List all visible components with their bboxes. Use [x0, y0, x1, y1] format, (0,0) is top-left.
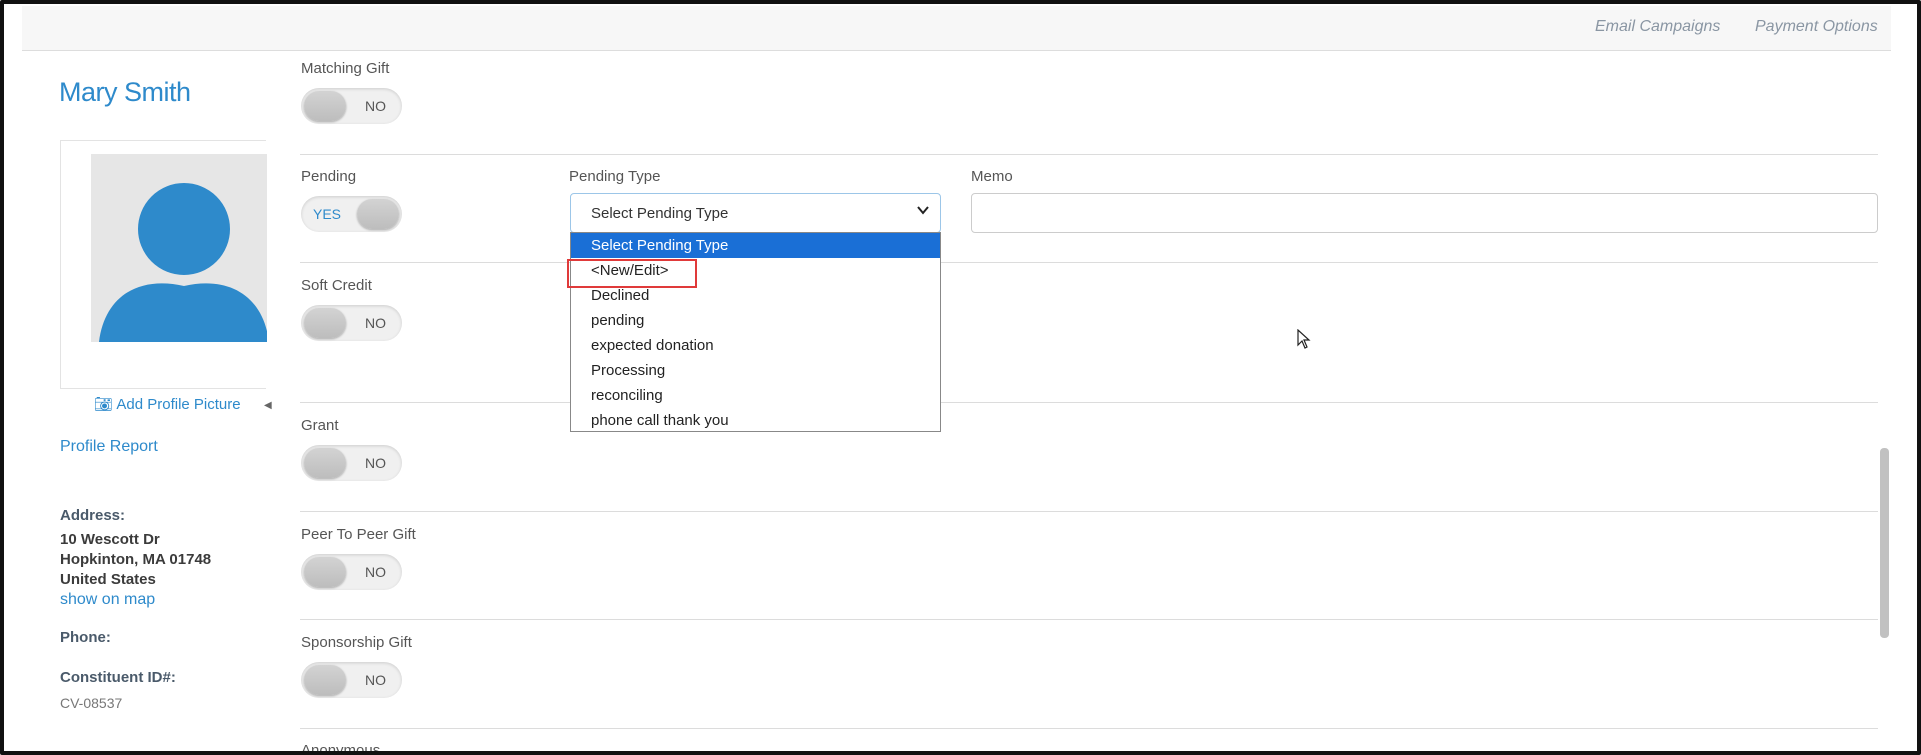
peer-to-peer-toggle[interactable]: NO [301, 554, 402, 590]
divider [300, 511, 1878, 512]
matching-gift-toggle[interactable]: NO [301, 88, 402, 124]
sponsorship-label: Sponsorship Gift [301, 634, 412, 651]
toggle-state: YES [313, 206, 342, 222]
dropdown-option[interactable]: Processing [571, 358, 940, 383]
toggle-knob [304, 448, 346, 478]
soft-credit-toggle[interactable]: NO [301, 305, 402, 341]
address-line-1: 10 Wescott Dr [60, 531, 160, 548]
camera-icon: 📷︎ [94, 396, 114, 413]
nav-email-campaigns[interactable]: Email Campaigns [1595, 18, 1720, 36]
add-profile-picture-label: Add Profile Picture [116, 396, 241, 413]
profile-report-link[interactable]: Profile Report [60, 438, 158, 456]
divider [300, 154, 1878, 155]
dropdown-option[interactable]: pending [571, 308, 940, 333]
pending-type-label: Pending Type [569, 168, 661, 185]
pending-type-selected-value: Select Pending Type [591, 205, 729, 222]
person-icon [99, 175, 267, 342]
grant-toggle[interactable]: NO [301, 445, 402, 481]
toggle-knob [304, 308, 346, 338]
toggle-knob [357, 199, 399, 229]
constituent-id-label: Constituent ID#: [60, 669, 176, 686]
pending-label: Pending [301, 168, 357, 185]
show-on-map-link[interactable]: show on map [60, 591, 155, 609]
dropdown-option[interactable]: reconciling [571, 383, 940, 408]
toggle-state: NO [365, 315, 386, 331]
toggle-state: NO [365, 672, 386, 688]
toggle-knob [304, 557, 346, 587]
collapse-arrow-icon[interactable]: ◀ [264, 400, 272, 411]
divider [300, 262, 1878, 263]
dropdown-option[interactable]: expected donation [571, 333, 940, 358]
pending-toggle[interactable]: YES [301, 196, 402, 232]
profile-sidebar: Mary Smith 📷︎ Add Profile Picture ◀ Prof… [22, 52, 272, 752]
grant-label: Grant [301, 417, 339, 434]
constituent-id-value: CV-08537 [60, 695, 123, 711]
sponsorship-toggle[interactable]: NO [301, 662, 402, 698]
toggle-state: NO [365, 98, 386, 114]
address-line-3: United States [60, 571, 156, 588]
toggle-state: NO [365, 455, 386, 471]
divider [300, 619, 1878, 620]
toggle-knob [304, 665, 346, 695]
chevron-down-icon [916, 203, 930, 220]
avatar [91, 154, 267, 342]
divider [300, 728, 1878, 729]
dropdown-option[interactable]: Select Pending Type [571, 233, 940, 258]
memo-input[interactable] [971, 193, 1878, 233]
address-label: Address: [60, 507, 126, 524]
mouse-cursor-icon [1297, 328, 1311, 354]
soft-credit-label: Soft Credit [301, 277, 372, 294]
nav-payment-options[interactable]: Payment Options [1755, 18, 1878, 36]
divider [300, 402, 1878, 403]
toggle-state: NO [365, 564, 386, 580]
profile-photo-card [60, 140, 267, 389]
address-line-2: Hopkinton, MA 01748 [60, 551, 212, 568]
add-profile-picture-link[interactable]: 📷︎ Add Profile Picture [94, 395, 241, 413]
top-nav: Email Campaigns Payment Options [22, 6, 1891, 51]
phone-label: Phone: [60, 629, 111, 646]
profile-name[interactable]: Mary Smith [59, 77, 191, 108]
address-value: 10 Wescott Dr Hopkinton, MA 01748 United… [60, 530, 211, 590]
highlight-box [567, 259, 697, 288]
vertical-scrollbar[interactable] [1880, 448, 1889, 638]
matching-gift-label: Matching Gift [301, 60, 390, 77]
peer-to-peer-label: Peer To Peer Gift [301, 526, 416, 543]
anonymous-label: Anonymous [301, 742, 381, 755]
gift-form: Matching Gift NO Pending YES Pending Typ… [300, 52, 1878, 755]
pending-type-select[interactable]: Select Pending Type [570, 193, 941, 233]
toggle-knob [304, 91, 346, 121]
dropdown-option[interactable]: phone call thank you [571, 408, 940, 433]
memo-label: Memo [971, 168, 1013, 185]
